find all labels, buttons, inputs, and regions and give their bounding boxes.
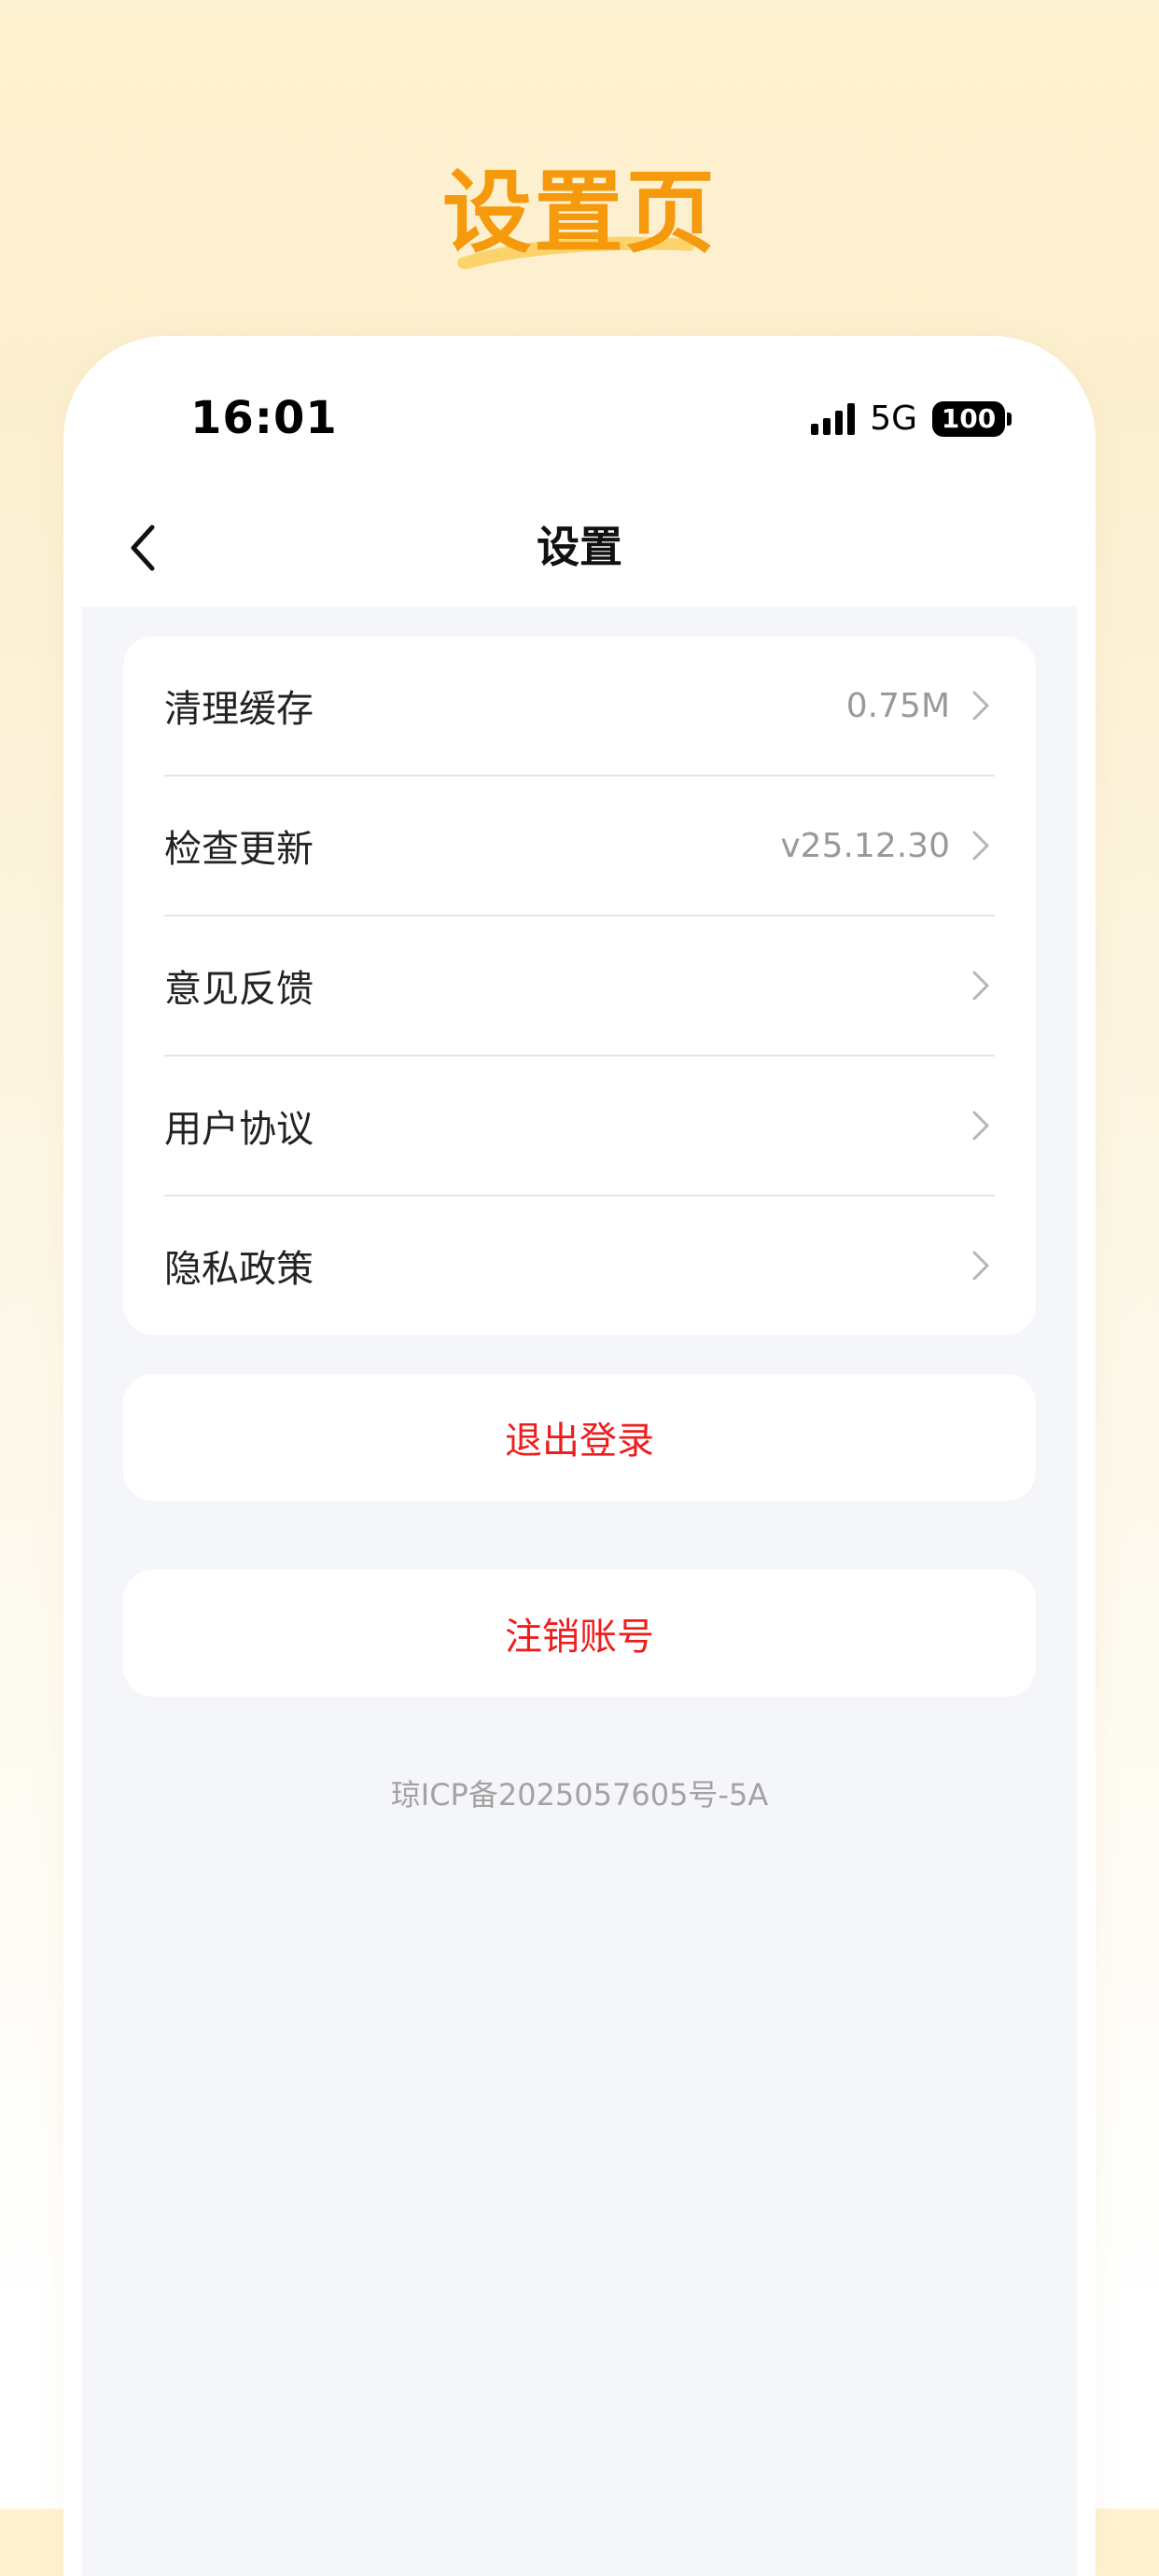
chevron-right-icon <box>967 687 995 724</box>
network-label: 5G <box>870 399 917 438</box>
settings-item-label: 用户协议 <box>164 1108 314 1151</box>
chevron-right-icon <box>967 1247 995 1284</box>
promo-title: 设置页 <box>442 161 717 265</box>
logout-button[interactable]: 退出登录 <box>123 1374 1036 1501</box>
settings-list: 清理缓存 0.75M 检查更新 v25.12.30 意见反馈 用户协议 隐私政策 <box>123 637 1036 1335</box>
promo-header: 设置页 <box>0 140 1159 270</box>
chevron-right-icon <box>967 1107 995 1144</box>
settings-item-privacy-policy[interactable]: 隐私政策 <box>164 1197 995 1335</box>
settings-item-user-agreement[interactable]: 用户协议 <box>164 1057 995 1197</box>
settings-item-label: 清理缓存 <box>164 688 314 731</box>
settings-item-clear-cache[interactable]: 清理缓存 0.75M <box>164 637 995 777</box>
delete-account-button[interactable]: 注销账号 <box>123 1570 1036 1697</box>
battery-icon: 100 <box>932 400 1012 437</box>
battery-tip <box>1007 412 1012 426</box>
chevron-right-icon <box>967 827 995 864</box>
signal-icon <box>811 402 856 435</box>
battery-level: 100 <box>932 400 1005 437</box>
nav-bar: 设置 <box>63 495 1096 607</box>
status-time: 16:01 <box>190 392 338 444</box>
settings-item-check-update[interactable]: 检查更新 v25.12.30 <box>164 777 995 917</box>
phone-frame: 16:01 5G 100 设置 清理缓存 0.75M 检查更新 v25.12.3… <box>63 336 1096 2576</box>
status-indicators: 5G 100 <box>811 399 1012 438</box>
version-value: v25.12.30 <box>780 826 950 865</box>
icp-license-text: 琼ICP备2025057605号-5A <box>390 1777 769 1813</box>
settings-item-label: 隐私政策 <box>164 1248 314 1291</box>
chevron-right-icon <box>967 967 995 1004</box>
page-title: 设置 <box>537 522 622 572</box>
settings-item-feedback[interactable]: 意见反馈 <box>164 917 995 1057</box>
settings-item-label: 检查更新 <box>164 828 314 871</box>
status-bar: 16:01 5G 100 <box>63 336 1096 495</box>
cache-size-value: 0.75M <box>845 686 950 725</box>
settings-item-label: 意见反馈 <box>164 968 314 1011</box>
settings-content: 清理缓存 0.75M 检查更新 v25.12.30 意见反馈 用户协议 隐私政策… <box>82 607 1077 2576</box>
